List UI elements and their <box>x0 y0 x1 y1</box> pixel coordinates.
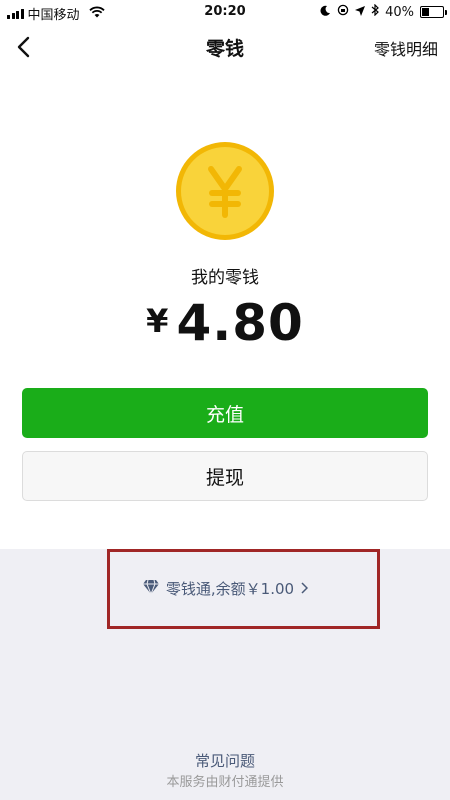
status-right: 40% <box>320 3 447 20</box>
provider-text: 本服务由财付通提供 <box>166 775 284 790</box>
rotation-lock-icon <box>337 4 349 20</box>
recharge-button[interactable]: 充值 <box>22 388 428 438</box>
currency-symbol: ¥ <box>146 302 169 340</box>
balance-amount-row: ¥4.80 <box>0 294 450 352</box>
balance-amount: 4.80 <box>176 294 304 352</box>
battery-percent: 40% <box>385 4 414 20</box>
bluetooth-icon <box>371 3 379 20</box>
moon-icon <box>320 5 331 20</box>
faq-link[interactable]: 常见问题 <box>0 750 450 771</box>
nav-bar: 零钱 零钱明细 <box>0 24 450 70</box>
status-bar: 中国移动 20:20 40% <box>0 0 450 24</box>
balance-label: 我的零钱 <box>191 268 259 288</box>
battery-icon <box>420 6 447 18</box>
coin-icon <box>175 141 275 241</box>
highlight-box <box>107 549 380 629</box>
withdraw-button[interactable]: 提现 <box>22 451 428 501</box>
balance-details-link[interactable]: 零钱明细 <box>374 36 438 60</box>
location-icon <box>355 5 366 20</box>
